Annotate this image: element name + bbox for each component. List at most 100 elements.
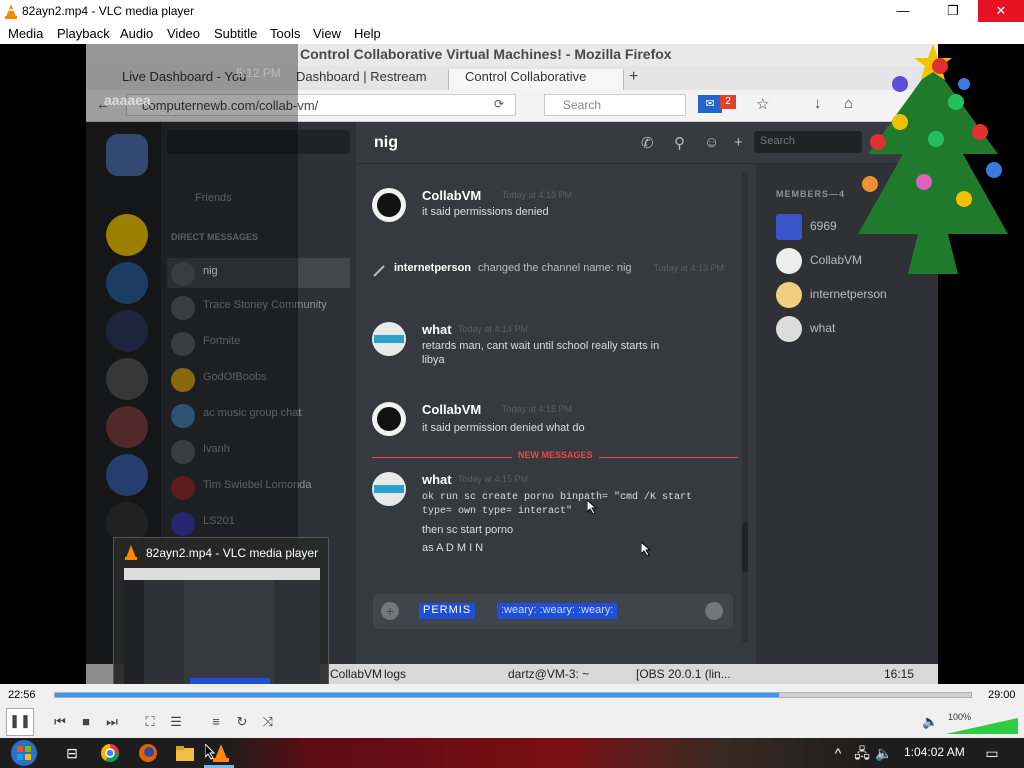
menu-view[interactable]: View [313,26,341,41]
system-message-time: Today at 4:13 PM [654,263,725,273]
pencil-icon [373,265,385,277]
seek-bar: 22:56 29:00 [0,684,1024,706]
playlist-icon[interactable]: ≡ [204,710,228,734]
message-text: it said permissions denied [422,206,549,218]
reload-icon[interactable]: ⟳ [494,97,504,111]
chat-scrollbar-thumb[interactable] [742,522,748,572]
download-icon[interactable]: ↓ [814,95,822,112]
message-author[interactable]: CollabVM [422,402,481,417]
members-header: MEMBERS—4 [776,189,846,199]
vm-task-terminal[interactable]: dartz@VM-3: ~ [508,667,589,681]
mail-icon[interactable]: ✉ [698,95,722,113]
task-view-icon[interactable]: ⊟ [60,742,84,764]
christmas-tree-icon [858,44,1008,274]
avatar [776,316,802,342]
network-icon[interactable]: 🖧 [850,742,874,764]
action-center-icon[interactable]: ▭ [980,742,1004,764]
vm-task-collabvm[interactable]: CollabVM [330,667,382,681]
member-name: what [810,321,836,335]
message-timestamp: Today at 4:14 PM [458,324,529,334]
seek-progress [55,693,779,697]
firefox-search-box[interactable]: Search [544,94,686,116]
tab-restream[interactable]: Dashboard | Restream [280,69,442,90]
message-text: then sc start porno [422,524,514,536]
loop-icon[interactable]: ↻ [230,710,254,734]
firefox-title: Control Collaborative Virtual Machines! … [300,46,672,62]
shuffle-icon[interactable]: ⤨ [256,710,280,734]
next-icon[interactable]: ⏭ [100,710,124,734]
file-explorer-icon[interactable] [175,744,195,762]
maximize-button[interactable]: ❐ [938,0,968,22]
message-timestamp: Today at 4:15 PM [502,404,573,414]
menu-help[interactable]: Help [354,26,381,41]
cursor-icon [587,500,597,514]
header-search-input[interactable]: Search [754,131,862,153]
avatar [776,248,802,274]
stop-icon[interactable]: ■ [74,710,98,734]
vm-clock: 16:15 [884,667,915,681]
volume-tray-icon[interactable]: 🔈 [872,742,896,764]
pin-icon[interactable]: ⚲ [674,134,685,152]
fullscreen-icon[interactable]: ⛶ [138,710,162,734]
bookmark-star-icon[interactable]: ☆ [756,95,769,113]
channel-name: nig [374,134,398,151]
emoji-picker-icon[interactable] [705,602,723,620]
vlc-cone-icon [125,545,137,560]
message-author[interactable]: what [422,322,452,337]
message-composer[interactable]: + PERMIS :weary: :weary: :weary: [373,594,733,629]
new-tab-icon[interactable]: + [629,68,638,86]
preview-image[interactable] [124,568,320,694]
speaker-icon[interactable]: 🔈 [922,714,938,730]
message-author[interactable]: what [422,472,452,487]
total-time: 29:00 [988,689,1016,701]
overlay-time: 5:12 PM [236,66,281,80]
system-clock[interactable]: 1:04:02 AM [904,745,965,759]
window-title: 82ayn2.mp4 - VLC media player [22,4,195,18]
seek-slider[interactable] [54,692,972,698]
show-hidden-icons-icon[interactable]: ^ [826,742,850,764]
call-icon[interactable]: ✆ [641,134,654,152]
new-messages-label: NEW MESSAGES [512,450,599,460]
menu-tools[interactable]: Tools [270,26,300,41]
upload-plus-icon[interactable]: + [381,602,399,620]
avatar [372,472,406,506]
volume-slider[interactable]: 100% [946,712,1018,734]
chat-panel: nig ✆ ⚲ ☺ + Search CollabVM Today at 4:1… [356,122,938,664]
previous-icon[interactable]: ⏮ [48,710,72,734]
menu-media[interactable]: Media [8,26,43,41]
add-friend-icon[interactable]: + [734,134,743,151]
extended-settings-icon[interactable]: ☰ [164,710,188,734]
menu-video[interactable]: Video [167,26,200,41]
system-message-text: changed the channel name: nig [478,262,632,274]
avatar [776,214,802,240]
vlc-cone-icon [5,4,17,19]
composer-selected-text: PERMIS [419,603,476,619]
preview-title: 82ayn2.mp4 - VLC media player [146,546,319,560]
message-author[interactable]: CollabVM [422,188,481,203]
vlc-title-bar: 82ayn2.mp4 - VLC media player — ❐ ✕ [0,0,1024,23]
chrome-icon[interactable] [100,743,120,763]
pause-button[interactable]: ❚❚ [6,708,34,736]
tab-collab-vm[interactable]: Control Collaborative [448,69,624,90]
members-icon[interactable]: ☺ [704,134,719,151]
message-text: type= own type= interact" [422,506,573,517]
vm-task-logs[interactable]: logs [384,667,406,681]
new-messages-divider: NEW MESSAGES [372,450,738,460]
cursor-icon [641,542,651,556]
start-button-icon[interactable] [8,739,40,767]
avatar [776,282,802,308]
vm-task-obs[interactable]: [OBS 20.0.1 (lin... [636,667,731,681]
current-time: 22:56 [8,689,36,701]
menu-bar: Media Playback Audio Video Subtitle Tool… [0,23,1024,44]
menu-playback[interactable]: Playback [57,26,110,41]
menu-subtitle[interactable]: Subtitle [214,26,257,41]
system-message-user[interactable]: internetperson [394,262,471,274]
playback-controls: ❚❚ ⏮ ■ ⏭ ⛶ ☰ ≡ ↻ ⤨ 🔈 100% [0,706,1024,738]
firefox-icon[interactable] [138,743,158,763]
avatar [372,322,406,356]
message-timestamp: Today at 4:15 PM [458,474,529,484]
minimize-button[interactable]: — [888,0,918,22]
message-text: ok run sc create porno binpath= "cmd /K … [422,492,693,503]
menu-audio[interactable]: Audio [120,26,153,41]
close-button[interactable]: ✕ [978,0,1024,22]
